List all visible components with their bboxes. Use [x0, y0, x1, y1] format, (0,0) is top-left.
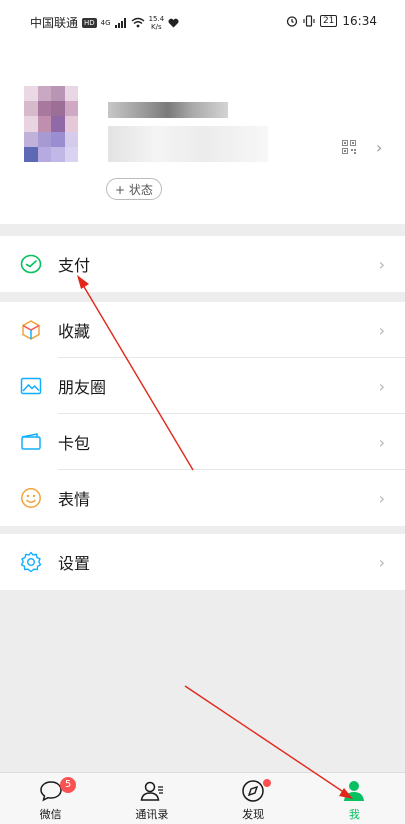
- chevron-right-icon[interactable]: ›: [376, 138, 382, 157]
- clock: 16:34: [342, 14, 377, 28]
- menu-item-pay[interactable]: 支付 ›: [0, 236, 405, 292]
- menu-label-moments: 朋友圈: [58, 378, 107, 397]
- wechat-id-blurred: [108, 126, 268, 162]
- chevron-right-icon: ›: [378, 432, 385, 452]
- battery-level: 21: [319, 15, 338, 27]
- tab-contacts[interactable]: 通讯录: [101, 773, 202, 824]
- avatar[interactable]: [24, 86, 92, 162]
- signal-icon: [114, 17, 126, 28]
- chevron-right-icon: ›: [378, 376, 385, 396]
- smiley-icon: [21, 488, 41, 508]
- network-type: 4G: [100, 18, 111, 27]
- status-right: 21 16:34: [286, 14, 377, 28]
- add-status-button[interactable]: + 状态: [106, 178, 162, 200]
- gear-icon: [20, 551, 42, 573]
- profile-header[interactable]: › + 状态: [0, 44, 405, 224]
- bottom-tab-bar: 5 微信 通讯录 发现 我: [0, 772, 405, 824]
- tab-label-contacts: 通讯录: [135, 808, 169, 821]
- menu-item-settings[interactable]: 设置 ›: [0, 534, 405, 590]
- new-dot-badge: [262, 779, 271, 787]
- menu-item-moments[interactable]: 朋友圈 ›: [0, 358, 405, 414]
- net-speed: 15.4 K/s: [149, 15, 165, 31]
- menu-group-pay: 支付 ›: [0, 236, 405, 292]
- tab-label-discover: 发现: [242, 808, 265, 821]
- chevron-right-icon: ›: [378, 320, 385, 340]
- tab-chats[interactable]: 5 微信: [0, 773, 101, 824]
- menu-group-main: 收藏 › 朋友圈 › 卡包 › 表情 ›: [0, 302, 405, 526]
- alarm-icon: [286, 16, 298, 27]
- pay-icon: [20, 254, 42, 274]
- menu-item-cards[interactable]: 卡包 ›: [0, 414, 405, 470]
- person-icon: [344, 781, 365, 801]
- menu-label-pay: 支付: [58, 256, 91, 275]
- nickname-blurred: [108, 102, 228, 118]
- menu-item-stickers[interactable]: 表情 ›: [0, 470, 405, 526]
- carrier-name: 中国联通: [30, 16, 79, 30]
- chevron-right-icon: ›: [378, 254, 385, 274]
- contacts-icon: [140, 781, 163, 801]
- menu-label-settings: 设置: [58, 554, 91, 573]
- menu-item-favorites[interactable]: 收藏 ›: [0, 302, 405, 358]
- menu-group-settings: 设置 ›: [0, 534, 405, 590]
- chevron-right-icon: ›: [378, 488, 385, 508]
- net-speed-value: 15.4: [148, 14, 165, 23]
- moments-icon: [20, 377, 42, 395]
- vibrate-icon: [303, 15, 315, 27]
- status-left: 中国联通 HD 4G 15.4 K/s: [30, 14, 179, 31]
- tab-label-chats: 微信: [39, 808, 62, 821]
- menu-label-stickers: 表情: [58, 490, 91, 509]
- menu-label-cards: 卡包: [58, 434, 91, 453]
- favorites-icon: [22, 320, 40, 340]
- heart-icon: [168, 18, 179, 27]
- net-speed-unit: K/s: [151, 22, 162, 31]
- qr-code-icon[interactable]: [342, 140, 356, 154]
- wifi-icon: [131, 17, 145, 28]
- status-bar: 中国联通 HD 4G 15.4 K/s 21 16:34: [0, 0, 405, 44]
- unread-badge: 5: [60, 777, 76, 793]
- hd-badge: HD: [82, 17, 97, 28]
- tab-me[interactable]: 我: [304, 773, 405, 824]
- menu-label-favorites: 收藏: [58, 322, 91, 341]
- wallet-card-icon: [21, 433, 41, 450]
- tab-label-me: 我: [348, 808, 360, 821]
- chevron-right-icon: ›: [378, 552, 385, 572]
- tab-discover[interactable]: 发现: [203, 773, 304, 824]
